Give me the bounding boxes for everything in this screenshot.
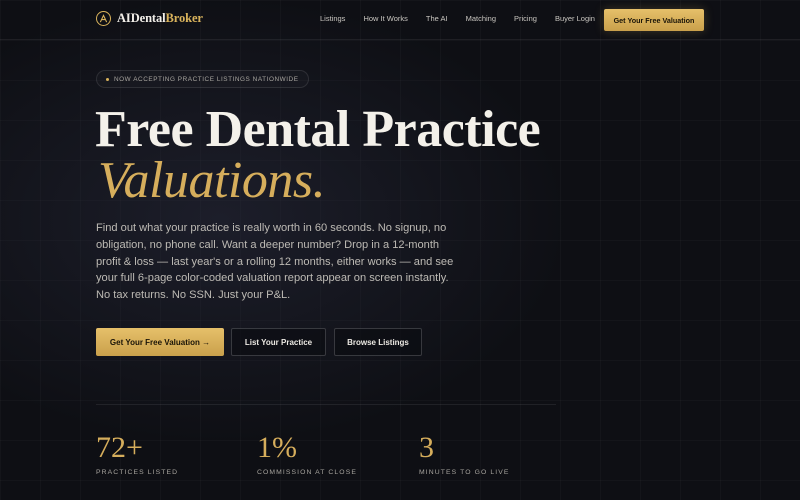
list-practice-button[interactable]: List Your Practice [231, 328, 326, 356]
nav-links: Listings How It Works The AI Matching Pr… [320, 14, 595, 23]
nav-link-matching[interactable]: Matching [466, 14, 496, 23]
get-valuation-button[interactable]: Get Your Free Valuation → [96, 328, 224, 356]
nav-link-buyer-login[interactable]: Buyer Login [555, 14, 595, 23]
logo-icon [96, 11, 111, 26]
stat-label: MINUTES TO GO LIVE [419, 469, 510, 476]
logo-glyph [99, 14, 108, 23]
nav-valuation-button[interactable]: Get Your Free Valuation [604, 9, 704, 31]
brand-name: AIDentalBroker [117, 11, 203, 26]
nav-link-how-it-works[interactable]: How It Works [363, 14, 407, 23]
stat-commission: 1% COMMISSION AT CLOSE [257, 431, 357, 477]
brand-name-part2: Broker [165, 11, 203, 25]
stat-value: 72+ [96, 431, 143, 464]
top-nav: AIDentalBroker Listings How It Works The… [0, 0, 800, 40]
nav-link-the-ai[interactable]: The AI [426, 14, 448, 23]
stat-value: 3 [419, 431, 434, 464]
browse-listings-button[interactable]: Browse Listings [334, 328, 422, 356]
section-divider [96, 404, 556, 405]
badge-text: NOW ACCEPTING PRACTICE LISTINGS NATIONWI… [114, 75, 299, 83]
nav-link-pricing[interactable]: Pricing [514, 14, 537, 23]
hero-headline: Free Dental Practice [95, 101, 541, 158]
stat-value: 1% [257, 431, 297, 464]
brand-name-part1: AIDental [117, 11, 166, 25]
listings-badge: NOW ACCEPTING PRACTICE LISTINGS NATIONWI… [96, 70, 309, 88]
stat-minutes-to-live: 3 MINUTES TO GO LIVE [419, 431, 510, 477]
badge-dot-icon [106, 77, 109, 81]
hero-headline-accent: Valuations. [98, 152, 326, 209]
nav-link-listings[interactable]: Listings [320, 14, 345, 23]
stat-label: COMMISSION AT CLOSE [257, 469, 357, 476]
brand-logo[interactable]: AIDentalBroker [96, 11, 203, 26]
stat-practices-listed: 72+ PRACTICES LISTED [96, 431, 179, 477]
hero-description: Find out what your practice is really wo… [96, 222, 454, 302]
stat-label: PRACTICES LISTED [96, 469, 179, 476]
